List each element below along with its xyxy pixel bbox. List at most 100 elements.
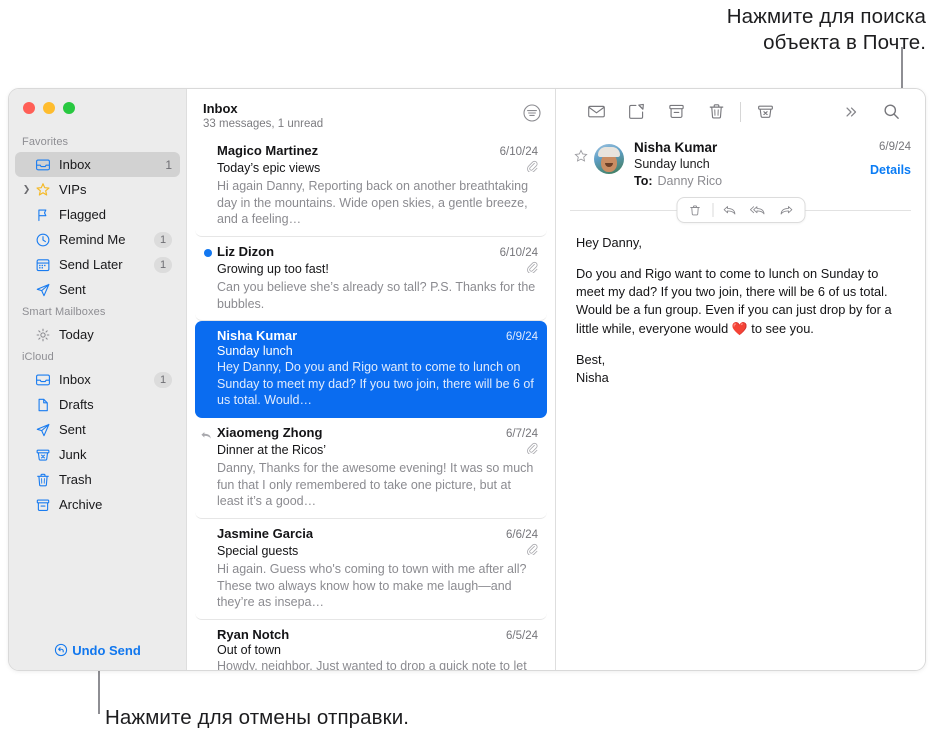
more-toolbar-button[interactable] [831, 98, 871, 126]
sidebar-item-label: Flagged [59, 207, 106, 222]
avatar [594, 144, 624, 174]
message-list-item[interactable]: Jasmine Garcia 6/6/24 Special guests Hi … [195, 519, 547, 620]
callout-search-text: Нажмите для поиска объекта в Почте. [726, 5, 926, 55]
junk-button[interactable] [745, 98, 785, 126]
archive-icon [33, 497, 53, 513]
message-header: Nisha Kumar Sunday lunch To: Danny Rico 6… [556, 134, 925, 188]
message-date: 6/10/24 [499, 246, 538, 259]
message-sender: Nisha Kumar [217, 328, 298, 344]
sidebar-item-junk[interactable]: ❯Junk [15, 442, 180, 467]
message-list-item[interactable]: Liz Dizon 6/10/24 Growing up too fast! C… [195, 237, 547, 322]
undo-icon [55, 643, 68, 657]
filter-icon[interactable] [523, 104, 541, 127]
message-preview: Danny, Thanks for the awesome evening! I… [217, 461, 534, 509]
delete-button[interactable] [696, 98, 736, 126]
chevron-right-icon[interactable]: ❯ [21, 184, 32, 195]
sidebar-item-sent[interactable]: ❯Sent [15, 277, 180, 302]
sidebar-item-inbox[interactable]: ❯Inbox1 [15, 367, 180, 392]
to-label: To: [634, 174, 653, 188]
message-item-top: Jasmine Garcia 6/6/24 [217, 526, 538, 541]
paper-plane-icon [33, 282, 53, 298]
archive-button[interactable] [656, 98, 696, 126]
message-date: 6/9/24 [506, 331, 538, 344]
sidebar-item-today[interactable]: ❯Today [15, 322, 180, 347]
sidebar-item-send-later[interactable]: ❯Send Later1 [15, 252, 180, 277]
search-button[interactable] [871, 98, 911, 126]
sidebar-item-label: Sent [59, 422, 86, 437]
sidebar-item-label: Drafts [59, 397, 94, 412]
message-subject: Special guests [217, 543, 299, 558]
details-link[interactable]: Details [870, 163, 911, 177]
message-item-top: Liz Dizon 6/10/24 [217, 244, 538, 259]
message-list-item[interactable]: Magico Martinez 6/10/24 Today’s epic vie… [195, 136, 547, 237]
sidebar-item-label: Trash [59, 472, 92, 487]
sidebar-item-label: Today [59, 327, 94, 342]
screenshot-root: Нажмите для поиска объекта в Почте. Нажм… [0, 0, 934, 737]
star-outline-icon [574, 149, 588, 162]
sidebar-item-remind-me[interactable]: ❯Remind Me1 [15, 227, 180, 252]
junk-icon [757, 105, 773, 118]
sidebar-sections: Favorites❯Inbox1❯VIPs❯Flagged❯Remind Me1… [9, 125, 186, 630]
message-preview: Hey Danny, Do you and Rigo want to come … [217, 360, 534, 408]
message-sender: Jasmine Garcia [217, 525, 314, 541]
replied-icon [201, 432, 211, 439]
hover-delete-button[interactable] [682, 199, 708, 221]
hover-reply-all-button[interactable] [745, 199, 771, 221]
sidebar-item-sent[interactable]: ❯Sent [15, 417, 180, 442]
star-icon [33, 182, 53, 198]
attachment-icon [526, 260, 538, 278]
sidebar-item-trash[interactable]: ❯Trash [15, 467, 180, 492]
flag-icon [33, 207, 53, 223]
hover-forward-button[interactable] [773, 199, 799, 221]
body-paragraph: Hey Danny, [576, 235, 642, 250]
undo-send-button[interactable]: Undo Send [9, 630, 186, 670]
message-list-item[interactable]: Xiaomeng Zhong 6/7/24 Dinner at the Rico… [195, 418, 547, 519]
replied-icon [200, 428, 213, 446]
zoom-button[interactable] [63, 102, 75, 114]
sidebar-item-label: Junk [59, 447, 87, 462]
close-button[interactable] [23, 102, 35, 114]
body-paragraph: Best, Nisha [576, 351, 609, 385]
message-hover-actions [676, 197, 805, 223]
hover-reply-button[interactable] [717, 199, 743, 221]
gear-icon [33, 327, 53, 343]
trash-icon [33, 472, 53, 488]
sidebar-item-archive[interactable]: ❯Archive [15, 492, 180, 517]
message-date: 6/10/24 [499, 146, 538, 158]
message-list-item[interactable]: Nisha Kumar 6/9/24 Sunday lunch Hey Dann… [195, 321, 547, 418]
sidebar-item-label: Send Later [59, 257, 123, 272]
sidebar-item-label: Inbox [59, 372, 91, 387]
compose-button[interactable] [616, 98, 656, 126]
attachment-icon [526, 542, 538, 560]
undo-send-label: Undo Send [72, 642, 141, 658]
message-list-header: Inbox 33 messages, 1 unread [187, 89, 555, 136]
junk-icon [33, 447, 53, 463]
sidebar-item-count: 1 [165, 157, 172, 172]
message-item-subject-row: Out of town [217, 643, 538, 657]
message-header-right: 6/9/24 Details [870, 140, 911, 177]
sidebar-item-vips[interactable]: ❯ VIPs [15, 177, 180, 202]
chevrons-right-icon [846, 106, 857, 117]
window-controls [9, 89, 186, 125]
sidebar-item-drafts[interactable]: ❯Drafts [15, 392, 180, 417]
message-list-item[interactable]: Ryan Notch 6/5/24 Out of town Howdy, nei… [195, 620, 547, 670]
sidebar-item-flagged[interactable]: ❯Flagged [15, 202, 180, 227]
mail-window: Favorites❯Inbox1❯VIPs❯Flagged❯Remind Me1… [8, 88, 926, 671]
message-subject: Today’s epic views [217, 161, 321, 175]
message-subject: Sunday lunch [634, 157, 710, 171]
message-date: 6/9/24 [879, 141, 911, 153]
mark-unread-button[interactable] [576, 98, 616, 126]
sidebar-section-title: Smart Mailboxes [22, 306, 106, 318]
inbox-icon [33, 157, 53, 173]
message-rows: Magico Martinez 6/10/24 Today’s epic vie… [187, 136, 555, 670]
attachment-icon [527, 261, 538, 274]
minimize-button[interactable] [43, 102, 55, 114]
message-subject: Out of town [217, 642, 281, 657]
sidebar-item-inbox[interactable]: ❯Inbox1 [15, 152, 180, 177]
message-subject: Dinner at the Ricos’ [217, 443, 327, 457]
message-preview: Hi again. Guess who's coming to town wit… [217, 561, 527, 610]
flag-message-button[interactable] [570, 140, 592, 163]
document-icon [33, 397, 53, 413]
message-preview: Can you believe she’s already so tall? P… [217, 279, 536, 311]
attachment-icon [526, 441, 538, 459]
